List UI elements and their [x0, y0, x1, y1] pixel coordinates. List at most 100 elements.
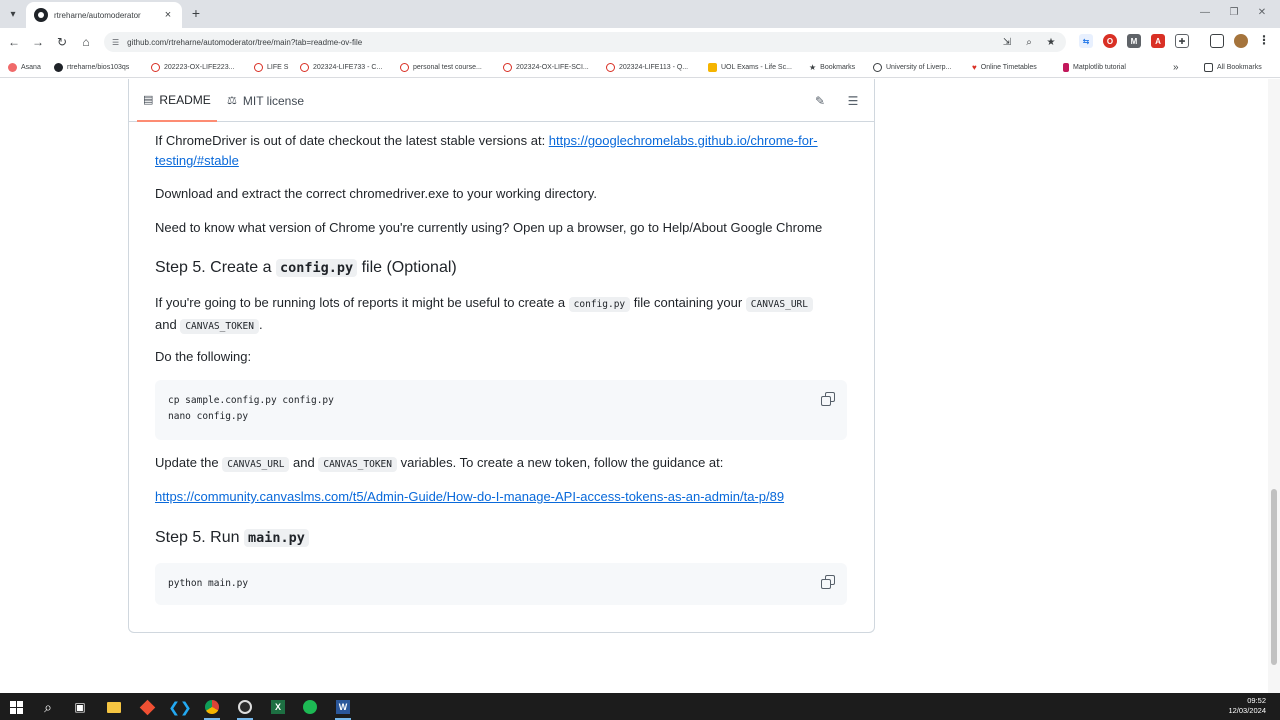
browser-tabstrip: ▾ rtreharne/automoderator × + — ❐ ✕	[0, 0, 1280, 28]
canvas-api-tokens-link[interactable]: https://community.canvaslms.com/t5/Admin…	[155, 489, 784, 504]
tab-readme[interactable]: ▤ README	[137, 79, 217, 122]
browser-menu-icon[interactable]: ⋮	[1258, 33, 1270, 47]
tab-search-icon[interactable]: ▾	[4, 5, 22, 23]
page-scrollbar[interactable]	[1268, 79, 1280, 693]
bookmark-item[interactable]: 202324-LIFE733 - C...	[300, 60, 382, 74]
paragraph-update-vars: Update the CANVAS_URL and CANVAS_TOKEN v…	[155, 455, 724, 472]
profile-avatar[interactable]	[1234, 34, 1248, 48]
bookmark-item[interactable]: LIFE S	[254, 60, 288, 74]
folder-icon	[1204, 62, 1213, 72]
canvas-icon	[503, 62, 512, 72]
inline-code: CANVAS_TOKEN	[180, 319, 259, 334]
windows-taskbar: ⌕ ▣ ❮❯ X W 09:52 12/03/2024	[0, 693, 1280, 720]
address-bar[interactable]: ☰ github.com/rtreharne/automoderator/tre…	[104, 32, 1066, 52]
page-viewport: ▤ README ⚖ MIT license ✎ ☰ If ChromeDriv…	[0, 79, 1268, 693]
excel-icon[interactable]: X	[268, 697, 288, 717]
scrollbar-thumb[interactable]	[1271, 489, 1277, 665]
back-icon[interactable]: ←	[6, 34, 22, 50]
all-bookmarks-button[interactable]: All Bookmarks	[1204, 60, 1262, 74]
globe-icon	[873, 62, 882, 72]
task-view-icon[interactable]: ▣	[70, 697, 90, 717]
reload-icon[interactable]: ↻	[54, 34, 70, 50]
canvas-icon	[254, 62, 263, 72]
bookmark-item[interactable]: 202324-LIFE113 - Q...	[606, 60, 688, 74]
readme-header: ▤ README ⚖ MIT license ✎ ☰	[129, 79, 874, 122]
paragraph-guidance-link: https://community.canvaslms.com/t5/Admin…	[155, 487, 855, 507]
new-tab-button[interactable]: +	[188, 5, 204, 21]
copy-icon[interactable]	[821, 575, 835, 589]
bookmark-item[interactable]: ♥ Online Timetables	[972, 60, 1037, 74]
vscode-icon[interactable]: ❮❯	[168, 697, 191, 717]
chrome-icon[interactable]	[202, 697, 222, 720]
bookmark-item[interactable]: 202324-OX-LIFE-SCI...	[503, 60, 589, 74]
copy-icon[interactable]	[821, 392, 835, 406]
code-line: cp sample.config.py config.py	[168, 395, 334, 406]
extension-pdf-icon[interactable]: A	[1151, 34, 1165, 48]
outline-list-icon[interactable]: ☰	[845, 93, 861, 109]
zoom-icon[interactable]: ⌕	[1022, 37, 1036, 48]
bookmark-item[interactable]: UOL Exams - Life Sc...	[708, 60, 792, 74]
canvas-icon	[606, 62, 615, 72]
file-explorer-icon[interactable]	[104, 697, 124, 717]
bookmark-item[interactable]: 202223-OX-LIFE223...	[151, 60, 234, 74]
clock-date: 12/03/2024	[1228, 706, 1266, 715]
tab-title: rtreharne/automoderator	[54, 10, 141, 20]
browser-tab[interactable]: rtreharne/automoderator ×	[26, 2, 182, 28]
extension-translate-icon[interactable]: ⇆	[1079, 34, 1093, 48]
install-app-icon[interactable]: ⇲	[1000, 37, 1014, 48]
star-icon: ★	[809, 62, 817, 72]
bookmarks-overflow-icon[interactable]: »	[1173, 60, 1179, 74]
site-info-icon[interactable]: ☰	[112, 38, 119, 47]
inline-code: CANVAS_TOKEN	[318, 457, 397, 472]
heart-icon: ♥	[972, 62, 977, 72]
code-line: python main.py	[168, 578, 249, 589]
uol-icon	[708, 62, 717, 72]
inline-code: config.py	[568, 297, 631, 312]
tab-license[interactable]: ⚖ MIT license	[227, 79, 304, 122]
forward-icon[interactable]: →	[30, 34, 46, 50]
bookmark-item[interactable]: University of Liverp...	[873, 60, 951, 74]
code-block-config: cp sample.config.py config.py nano confi…	[155, 380, 847, 440]
tab-close-icon[interactable]: ×	[162, 9, 174, 21]
law-scale-icon: ⚖	[227, 95, 237, 107]
spotify-icon[interactable]	[300, 697, 320, 717]
matplotlib-icon	[1063, 62, 1069, 72]
url-text: github.com/rtreharne/automoderator/tree/…	[127, 37, 363, 47]
bookmark-item[interactable]: Matplotlib tutorial	[1063, 60, 1126, 74]
chrome-for-testing-link[interactable]: https://googlechromelabs.github.io/chrom…	[549, 133, 818, 148]
extension-opera-icon[interactable]: O	[1103, 34, 1117, 48]
bookmark-item[interactable]: ★ Bookmarks	[809, 60, 855, 74]
windows-start-icon[interactable]	[6, 697, 26, 717]
restore-icon[interactable]: ❐	[1227, 7, 1241, 18]
system-clock[interactable]: 09:52 12/03/2024	[1228, 696, 1266, 716]
extension-m-icon[interactable]: M	[1127, 34, 1141, 48]
side-panel-icon[interactable]	[1210, 34, 1224, 48]
clock-time: 09:52	[1247, 696, 1266, 705]
bookmark-star-icon[interactable]: ★	[1044, 37, 1058, 48]
paragraph-do-following: Do the following:	[155, 349, 252, 364]
bookmark-item[interactable]: rtreharne/bios103qs	[54, 60, 129, 74]
close-window-icon[interactable]: ✕	[1255, 7, 1269, 18]
code-line: nano config.py	[168, 411, 249, 422]
chrome-for-testing-link-cont[interactable]: testing/#stable	[155, 153, 239, 168]
search-icon[interactable]: ⌕	[38, 697, 58, 717]
bookmark-item[interactable]: personal test course...	[400, 60, 482, 74]
extensions-puzzle-icon[interactable]: ✚	[1175, 34, 1189, 48]
code-block-run: python main.py	[155, 563, 847, 605]
github-favicon-icon	[34, 8, 48, 22]
word-icon[interactable]: W	[333, 697, 353, 720]
paragraph-chrome-version: Need to know what version of Chrome you'…	[155, 220, 823, 235]
bookmarks-bar: Asana rtreharne/bios103qs 202223-OX-LIFE…	[0, 56, 1280, 78]
home-icon[interactable]: ⌂	[78, 34, 94, 50]
book-icon: ▤	[143, 94, 154, 106]
inline-code: CANVAS_URL	[745, 297, 813, 312]
paragraph-chromedriver: If ChromeDriver is out of date checkout …	[155, 133, 818, 168]
heading-step5-run: Step 5. Run main.py	[155, 527, 855, 549]
minimize-icon[interactable]: —	[1198, 7, 1212, 18]
git-icon[interactable]	[137, 697, 157, 717]
canvas-icon	[300, 62, 309, 72]
github-icon	[54, 62, 63, 72]
recording-app-icon[interactable]	[235, 697, 255, 720]
edit-pencil-icon[interactable]: ✎	[812, 93, 828, 109]
bookmark-item[interactable]: Asana	[8, 60, 41, 74]
